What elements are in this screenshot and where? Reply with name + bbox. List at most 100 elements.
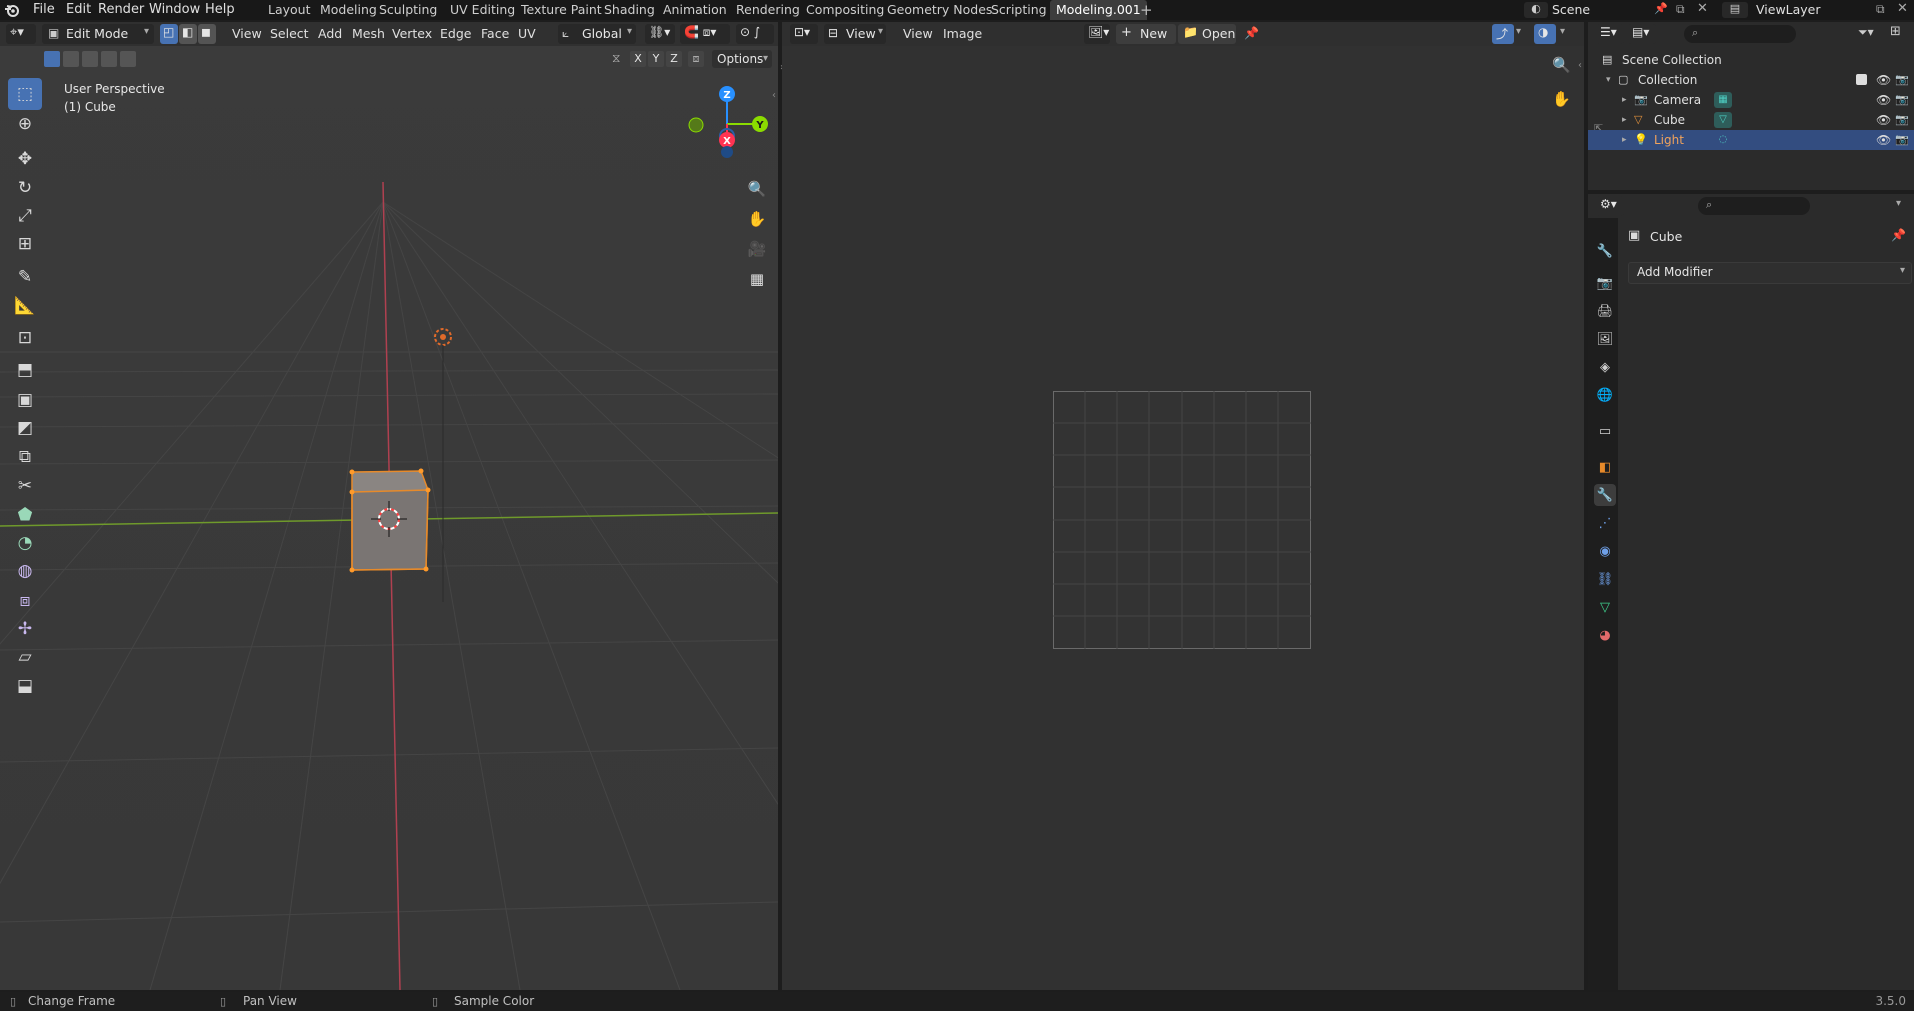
edge-select-button[interactable]: ◧ (179, 24, 197, 44)
image-view-mode-selector[interactable]: ⊟ View ▾ (824, 24, 886, 44)
workspace-tab-uv-editing[interactable]: UV Editing (444, 0, 521, 20)
disclosure-collapsed-icon[interactable]: ▸ (1622, 130, 1627, 150)
particles-icon[interactable]: ⋰ (1594, 512, 1616, 534)
vertex-select-button[interactable]: ◰ (160, 24, 178, 44)
new-collection-icon[interactable]: ⊞ (1890, 24, 1901, 39)
new-view-layer-icon[interactable]: ⧉ (1876, 2, 1885, 17)
blender-logo-icon[interactable] (4, 2, 20, 18)
image-editor[interactable]: ⊡▾ ⊟ View ▾ View Image 🖼▾ + New 📁 Open 📌… (782, 22, 1584, 990)
world-icon[interactable]: 🌐 (1594, 384, 1616, 406)
viewport-menu-mesh[interactable]: Mesh (352, 22, 385, 46)
add-workspace-icon[interactable]: + (1140, 0, 1153, 20)
editor-type-icon[interactable]: ⌖▾ (6, 24, 36, 44)
delete-scene-icon[interactable]: ✕ (1697, 1, 1708, 16)
3d-viewport[interactable]: ⌖▾ ▣ Edit Mode ▾ ◰ ◧ ◼ View Select Add Mesh… (0, 22, 778, 990)
outliner-row-light[interactable]: ▸ 💡 Light ◌ 👁 📷 (1588, 130, 1914, 150)
render-visibility-icon[interactable]: 📷 (1895, 130, 1909, 150)
chevron-down-icon[interactable]: ▾ (1896, 198, 1901, 209)
axis-z-button[interactable]: Z (666, 51, 682, 67)
outliner-row-collection[interactable]: ▾ ▢ Collection 👁 📷 (1588, 70, 1914, 90)
scene-icon[interactable]: ◈ (1594, 356, 1616, 378)
transform-orientation-selector[interactable]: ⟀ Global ▾ (558, 24, 636, 44)
annotate-icon[interactable]: ✎ (8, 261, 42, 293)
face-select-button[interactable]: ◼ (198, 24, 216, 44)
view-layer-name[interactable]: ViewLayer (1756, 0, 1821, 20)
filter-icon[interactable]: ⏷▾ (1858, 25, 1874, 40)
pan-hand-icon[interactable]: ✋ (744, 206, 770, 232)
pivot-point-icon[interactable]: ⛓▾ (645, 24, 675, 44)
disclosure-collapsed-icon[interactable]: ▸ (1622, 110, 1627, 130)
editor-type-icon[interactable]: ⊡▾ (790, 24, 818, 44)
workspace-tab-sculpting[interactable]: Sculpting (373, 0, 443, 20)
image-menu-image[interactable]: Image (943, 22, 982, 46)
pin-icon[interactable]: 📌 (1891, 228, 1906, 242)
navigation-gizmo[interactable]: Z Y X (684, 84, 774, 174)
menu-window[interactable]: Window (149, 0, 200, 20)
smooth-icon[interactable]: ◍ (8, 555, 42, 587)
image-menu-view[interactable]: View (903, 22, 933, 46)
eye-visibility-icon[interactable]: 👁 (1876, 110, 1891, 130)
outliner-row-scene-collection[interactable]: ▤ Scene Collection (1588, 50, 1914, 70)
workspace-tab-scripting[interactable]: Scripting (985, 0, 1053, 20)
new-scene-icon[interactable]: ⧉ (1676, 2, 1685, 17)
shear-icon[interactable]: ▱ (8, 641, 42, 673)
collection-props-icon[interactable]: ▭ (1594, 420, 1616, 442)
chevron-down-icon[interactable]: ▾ (1516, 26, 1521, 37)
viewport-menu-face[interactable]: Face (481, 22, 509, 46)
tool-icon[interactable]: 🔧 (1594, 240, 1616, 262)
eye-visibility-icon[interactable]: 👁 (1876, 70, 1891, 90)
constraints-icon[interactable]: ⛓ (1594, 568, 1616, 590)
axis-y-button[interactable]: Y (648, 51, 664, 67)
disclosure-collapsed-icon[interactable]: ▸ (1622, 90, 1627, 110)
intersect-selection-button[interactable] (120, 51, 136, 67)
disclosure-expanded-icon[interactable]: ▾ (1606, 70, 1611, 90)
viewport-menu-edge[interactable]: Edge (440, 22, 471, 46)
sidebar-toggle-icon[interactable]: ‹ (772, 90, 776, 101)
view-layer-selector-icon[interactable]: ▤ (1722, 2, 1748, 18)
camera-data-icon[interactable]: ▦ (1714, 92, 1732, 108)
gizmo-neg-y-icon[interactable] (688, 117, 704, 133)
workspace-tab-shading[interactable]: Shading (598, 0, 661, 20)
menu-edit[interactable]: Edit (66, 0, 91, 20)
axis-x-button[interactable]: X (630, 51, 646, 67)
zoom-icon[interactable]: 🔍 (1552, 56, 1571, 74)
camera-view-icon[interactable]: 🎥 (744, 236, 770, 262)
viewport-menu-select[interactable]: Select (270, 22, 309, 46)
browse-image-icon[interactable]: 🖼▾ (1084, 24, 1110, 44)
sidebar-toggle-icon[interactable]: ‹ (1578, 60, 1582, 71)
output-icon[interactable]: 🖨 (1594, 300, 1616, 322)
outliner-row-camera[interactable]: ▸ 📷 Camera ▦ 👁 📷 (1588, 90, 1914, 110)
workspace-tab-rendering[interactable]: Rendering (730, 0, 806, 20)
properties-search-input[interactable]: ⌕ (1698, 197, 1810, 215)
editor-type-icon[interactable]: ☰▾ (1596, 24, 1624, 44)
add-modifier-button[interactable]: Add Modifier ▾ (1628, 262, 1912, 284)
workspace-tab-modeling-001[interactable]: Modeling.001 (1050, 0, 1147, 20)
pin-icon[interactable]: 📌 (1654, 2, 1668, 15)
render-visibility-icon[interactable]: 📷 (1895, 70, 1909, 90)
editor-type-icon[interactable]: ⚙▾ (1596, 196, 1624, 216)
modifier-wrench-icon[interactable]: 🔧 (1594, 484, 1616, 506)
knife-icon[interactable]: ✂ (8, 470, 42, 502)
auto-merge-icon[interactable]: ⧈ (688, 51, 704, 67)
menu-help[interactable]: Help (205, 0, 235, 20)
exclude-checkbox[interactable] (1856, 74, 1867, 85)
physics-icon[interactable]: ◉ (1594, 540, 1616, 562)
loop-cut-icon[interactable]: ⧉ (8, 441, 42, 473)
render-visibility-icon[interactable]: 📷 (1895, 110, 1909, 130)
options-dropdown[interactable]: Options ▾ (712, 50, 772, 68)
light-data-icon[interactable]: ◌ (1714, 132, 1732, 148)
mode-selector[interactable]: ▣ Edit Mode ▾ (42, 24, 154, 44)
overlay-toggle-icon[interactable]: ◑ (1534, 24, 1556, 44)
workspace-tab-geometry-nodes[interactable]: Geometry Nodes (881, 0, 998, 20)
menu-render[interactable]: Render (98, 0, 144, 20)
mirror-icon[interactable]: ⧖ (612, 51, 620, 66)
mesh-data-icon[interactable]: ▽ (1714, 112, 1732, 128)
zoom-icon[interactable]: 🔍 (744, 176, 770, 202)
object-icon[interactable]: ◧ (1594, 456, 1616, 478)
open-image-button[interactable]: 📁 Open (1178, 24, 1236, 44)
data-icon[interactable]: ▽ (1594, 596, 1616, 618)
perspective-grid-icon[interactable]: ▦ (744, 266, 770, 292)
proportional-editing-icon[interactable]: ⊙ ∫ (736, 24, 774, 44)
uv-grid[interactable] (1053, 391, 1311, 649)
workspace-tab-compositing[interactable]: Compositing (800, 0, 890, 20)
